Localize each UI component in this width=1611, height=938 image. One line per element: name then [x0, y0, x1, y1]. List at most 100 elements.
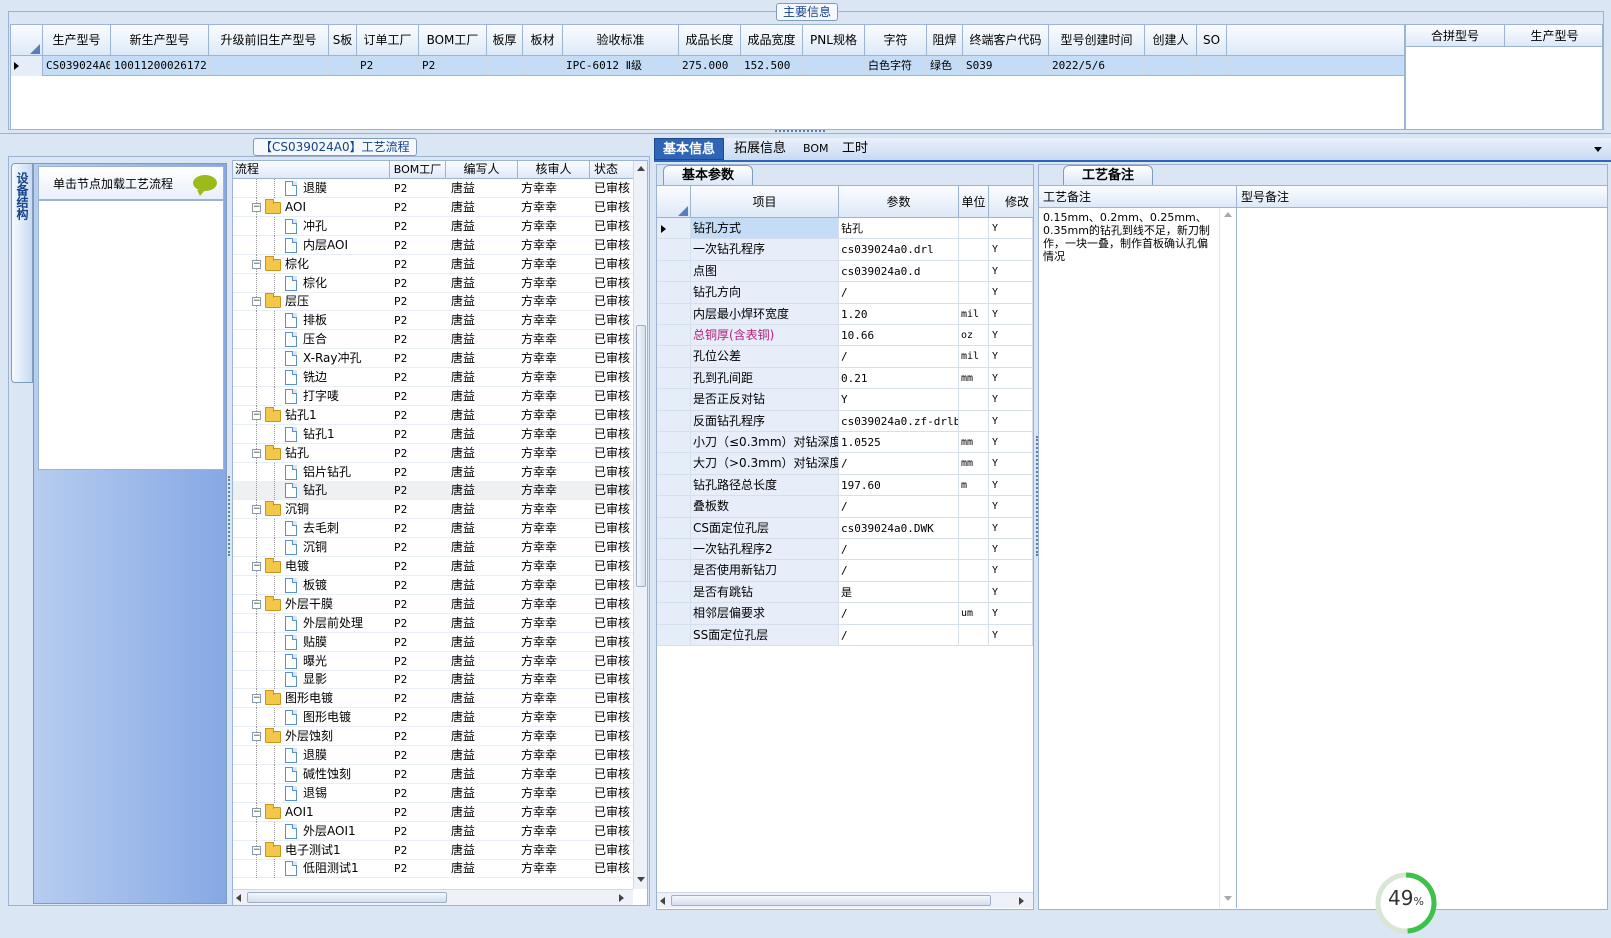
- tree-row[interactable]: − 图形电镀 P2 唐益 方幸幸 已审核: [233, 689, 633, 709]
- tree-status[interactable]: 已审核: [590, 652, 633, 671]
- col-model-note[interactable]: 型号备注: [1237, 186, 1607, 208]
- tree-reviewer[interactable]: 方幸幸: [518, 500, 590, 519]
- main-col-header[interactable]: 阻焊: [927, 25, 963, 55]
- note-scroll-down-icon[interactable]: [1224, 896, 1232, 901]
- tree-writer[interactable]: 唐益: [446, 387, 518, 406]
- tree-connector-line[interactable]: [256, 424, 257, 444]
- param-modify[interactable]: Y: [989, 389, 1033, 410]
- param-item[interactable]: 孔到孔间距: [691, 367, 839, 389]
- document-icon[interactable]: [285, 464, 297, 480]
- collapse-toggle-icon[interactable]: −: [252, 599, 261, 609]
- param-value[interactable]: cs039024a0.drl: [839, 239, 959, 260]
- folder-icon[interactable]: [265, 841, 281, 857]
- param-item[interactable]: 总铜厚(含表铜): [691, 325, 839, 346]
- tree-writer[interactable]: 唐益: [446, 179, 518, 198]
- param-value[interactable]: /: [839, 539, 959, 560]
- param-unit[interactable]: [959, 539, 989, 560]
- main-col-header[interactable]: 型号创建时间: [1049, 25, 1145, 55]
- tree-connector-line[interactable]: [256, 519, 257, 539]
- tree-connector-line[interactable]: [274, 311, 275, 331]
- param-value[interactable]: 0.21: [839, 367, 959, 389]
- param-item[interactable]: SS面定位孔层: [691, 624, 839, 645]
- param-row[interactable]: 孔位公差 / mil Y: [657, 346, 1033, 368]
- tree-bom-factory[interactable]: P2: [390, 746, 446, 765]
- tree-writer[interactable]: 唐益: [446, 236, 518, 255]
- tree-status[interactable]: 已审核: [590, 859, 633, 878]
- tree-hscrollbar[interactable]: [233, 889, 633, 905]
- tree-status[interactable]: 已审核: [590, 633, 633, 652]
- tab-bom[interactable]: BOM: [795, 138, 837, 160]
- param-item[interactable]: 钻孔方式: [691, 218, 839, 239]
- tree-row[interactable]: 棕化 P2 唐益 方幸幸 已审核: [233, 273, 633, 293]
- main-col-header[interactable]: 订单工厂: [357, 25, 419, 55]
- tree-status[interactable]: 已审核: [590, 274, 633, 293]
- tree-writer[interactable]: 唐益: [446, 217, 518, 236]
- tab-extended-info[interactable]: 拓展信息: [726, 138, 794, 160]
- tree-writer[interactable]: 唐益: [446, 292, 518, 311]
- tree-connector-line[interactable]: [256, 632, 257, 652]
- tree-node-name[interactable]: 压合: [303, 330, 390, 349]
- row-indicator[interactable]: [657, 539, 691, 560]
- tree-reviewer[interactable]: 方幸幸: [518, 274, 590, 293]
- scroll-up-icon[interactable]: [637, 166, 645, 171]
- tree-reviewer[interactable]: 方幸幸: [518, 217, 590, 236]
- collapse-toggle-icon[interactable]: −: [252, 694, 261, 704]
- param-value[interactable]: /: [839, 346, 959, 367]
- tree-connector-line[interactable]: [274, 216, 275, 236]
- tree-bom-factory[interactable]: P2: [390, 614, 446, 633]
- tree-connector-line[interactable]: [274, 462, 275, 482]
- tree-row[interactable]: − AOI1 P2 唐益 方幸幸 已审核: [233, 802, 633, 822]
- param-row[interactable]: 相邻层偏要求 / um Y: [657, 603, 1033, 625]
- param-item[interactable]: 是否使用新钻刀: [691, 560, 839, 581]
- tree-row[interactable]: 排板 P2 唐益 方幸幸 已审核: [233, 311, 633, 331]
- tree-bom-factory[interactable]: P2: [390, 292, 446, 311]
- tree-connector-line[interactable]: [256, 273, 257, 293]
- param-item[interactable]: 是否有跳钻: [691, 581, 839, 603]
- tree-reviewer[interactable]: 方幸幸: [518, 652, 590, 671]
- document-icon[interactable]: [285, 332, 297, 348]
- param-row[interactable]: 点图 cs039024a0.d Y: [657, 260, 1033, 283]
- tree-bom-factory[interactable]: P2: [390, 822, 446, 841]
- tree-connector-line[interactable]: [274, 746, 275, 765]
- param-item[interactable]: 小刀（≤0.3mm）对钻深度: [691, 432, 839, 453]
- param-unit[interactable]: mil: [959, 346, 989, 367]
- param-item[interactable]: 钻孔路径总长度: [691, 474, 839, 496]
- note-scrollbar[interactable]: [1219, 208, 1235, 908]
- main-row-cell[interactable]: [803, 56, 865, 75]
- tree-connector-line[interactable]: [256, 235, 257, 255]
- row-indicator[interactable]: [657, 474, 691, 496]
- document-icon[interactable]: [285, 672, 297, 688]
- tree-bom-factory[interactable]: P2: [390, 538, 446, 557]
- folder-icon[interactable]: [265, 406, 281, 422]
- main-col-header[interactable]: BOM工厂: [419, 25, 487, 55]
- tree-connector-line[interactable]: [274, 424, 275, 444]
- tree-node-name[interactable]: 低阻测试1: [303, 859, 390, 878]
- document-icon[interactable]: [285, 785, 297, 801]
- row-indicator[interactable]: [657, 367, 691, 389]
- tree-bom-factory[interactable]: P2: [390, 198, 446, 217]
- tree-reviewer[interactable]: 方幸幸: [518, 765, 590, 784]
- param-value[interactable]: /: [839, 560, 959, 581]
- tree-status[interactable]: 已审核: [590, 406, 633, 425]
- tree-writer[interactable]: 唐益: [446, 500, 518, 519]
- tree-row[interactable]: 外层AOI1 P2 唐益 方幸幸 已审核: [233, 821, 633, 841]
- tree-row[interactable]: 沉铜 P2 唐益 方幸幸 已审核: [233, 538, 633, 558]
- folder-icon[interactable]: [265, 728, 281, 744]
- param-unit[interactable]: [959, 218, 989, 239]
- tree-node-name[interactable]: 铣边: [303, 368, 390, 387]
- tree-status[interactable]: 已审核: [590, 538, 633, 557]
- tree-status[interactable]: 已审核: [590, 519, 633, 538]
- param-row[interactable]: 总铜厚(含表铜) 10.66 oz Y: [657, 325, 1033, 347]
- tree-writer[interactable]: 唐益: [446, 538, 518, 557]
- document-icon[interactable]: [285, 370, 297, 385]
- col-flow[interactable]: 流程: [233, 161, 390, 179]
- tree-connector-line[interactable]: [256, 859, 257, 879]
- merge-col-prod-model[interactable]: 生产型号: [1505, 25, 1604, 47]
- row-indicator[interactable]: [657, 603, 691, 624]
- main-col-header[interactable]: 成品宽度: [741, 25, 803, 55]
- row-indicator[interactable]: [657, 560, 691, 581]
- param-value[interactable]: 10.66: [839, 325, 959, 346]
- param-row[interactable]: SS面定位孔层 / Y: [657, 624, 1033, 646]
- tree-reviewer[interactable]: 方幸幸: [518, 236, 590, 255]
- tree-reviewer[interactable]: 方幸幸: [518, 198, 590, 217]
